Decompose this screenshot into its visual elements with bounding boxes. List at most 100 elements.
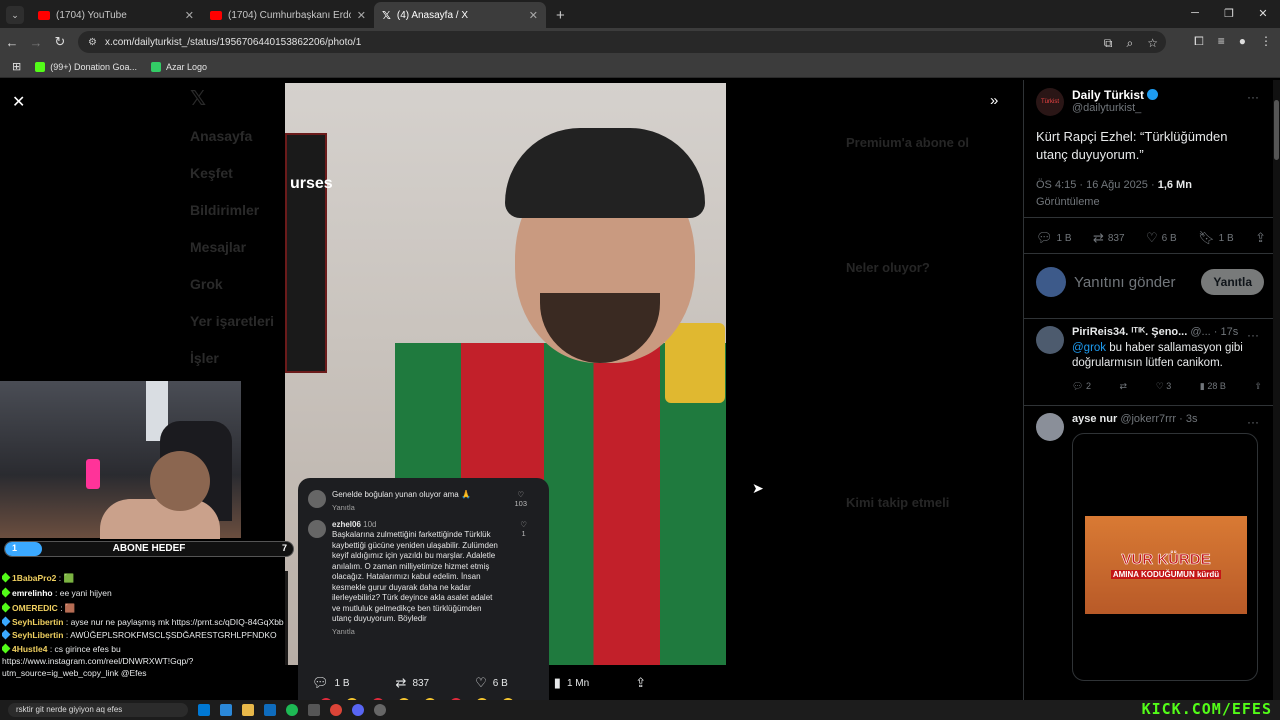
more-options-icon[interactable]: ··· — [1247, 90, 1259, 104]
tab-x-home[interactable]: 𝕏 (4) Anasayfa / X ✕ — [374, 2, 546, 28]
cap — [505, 128, 705, 218]
close-window-icon[interactable]: ✕ — [1246, 0, 1280, 26]
close-tab-icon[interactable]: ✕ — [357, 9, 366, 22]
reply-handle: @... — [1190, 326, 1211, 338]
file-explorer-icon[interactable] — [242, 704, 254, 716]
mouse-cursor-icon: ➤ — [752, 480, 764, 496]
avatar[interactable] — [1036, 413, 1064, 441]
reply-media[interactable]: VUR KÜRDE AMINA KODUĞUMUN kürdü — [1072, 433, 1258, 681]
reload-icon[interactable]: ↻ — [48, 34, 72, 50]
repost-button[interactable]: ⇄ — [1120, 381, 1128, 392]
discord-icon[interactable] — [352, 704, 364, 716]
ig-comment: Genelde boğulan yunan oluyor ama 🙏 Yanıt… — [308, 490, 539, 512]
apps-grid-icon[interactable]: ⊞ — [12, 60, 21, 73]
site-info-icon[interactable]: ⚙ — [88, 37, 97, 48]
reply-button[interactable]: 💬︎ 1 B — [312, 675, 350, 691]
window-controls: ─ ❐ ✕ — [1178, 0, 1280, 26]
new-tab-button[interactable]: + — [546, 2, 575, 28]
person-head — [150, 451, 210, 511]
reply-input[interactable]: Yanıtını gönder — [1074, 274, 1193, 291]
spotify-icon[interactable] — [286, 704, 298, 716]
views-button[interactable]: ▮ 28 B — [1200, 381, 1226, 392]
reply-tweet[interactable]: PiriReis34. ᴵᵀᴵᴷ. Şeno... @... · 17s @gr… — [1036, 326, 1266, 392]
chat-message: 4Hustle4 : cs girince efes bu https://ww… — [2, 643, 288, 679]
chat-username: SeyhLibertin — [12, 617, 64, 627]
bookmark-donation[interactable]: (99+) Donation Goa... — [35, 61, 137, 72]
reply-author[interactable]: ayse nur — [1072, 413, 1117, 425]
like-button[interactable]: ♡ 6 B — [1146, 230, 1177, 246]
nav-item: Keşfet — [190, 164, 233, 181]
chat-username: 1BabaPro2 — [12, 573, 57, 583]
tweet-timestamp[interactable]: ÖS 4:15 · 16 Ağu 2025 · — [1036, 179, 1158, 191]
repost-button[interactable]: ⇄ 837 — [1093, 230, 1125, 246]
tab-youtube-1[interactable]: (1704) YouTube ✕ — [30, 2, 202, 28]
views-button[interactable]: ▮ 1 Mn — [554, 675, 589, 691]
tweet-meta: ÖS 4:15 · 16 Ağu 2025 · 1,6 Mn Görüntüle… — [1036, 177, 1192, 211]
share-icon: ⇪ — [1255, 230, 1266, 245]
bookmark-azar[interactable]: Azar Logo — [151, 61, 207, 72]
reply-submit-button[interactable]: Yanıtla — [1201, 269, 1264, 295]
ig-comment-text: Genelde boğulan yunan oluyor ama 🙏 — [332, 490, 471, 499]
share-icon[interactable]: ⇪ — [1254, 381, 1262, 392]
url-field[interactable]: ⚙ x.com/dailyturkist_/status/19567064401… — [78, 31, 1166, 53]
scrollbar[interactable] — [1273, 80, 1280, 700]
ig-username: ezhel06 — [332, 519, 361, 529]
restore-icon[interactable]: ❐ — [1212, 0, 1246, 26]
reply-author[interactable]: PiriReis34. ᴵᵀᴵᴷ. Şeno... — [1072, 326, 1187, 338]
reply-tweet[interactable]: ayse nur @jokerr7rrr · 3s VUR KÜRDE AMIN… — [1036, 413, 1266, 681]
reply-time: · 3s — [1179, 413, 1198, 425]
chat-text: : 🟫 — [60, 603, 76, 613]
edge-icon[interactable] — [220, 704, 232, 716]
tab-title: (1704) YouTube — [56, 9, 127, 21]
avatar[interactable] — [1036, 326, 1064, 354]
meme-subtext: AMINA KODUĞUMUN kürdü — [1110, 570, 1222, 579]
scrollbar-thumb[interactable] — [1274, 100, 1279, 160]
chat-text: : ee yani hijyen — [55, 588, 112, 598]
media-icon[interactable]: ≡ — [1218, 34, 1225, 49]
install-app-icon[interactable]: ⧉ — [1104, 36, 1113, 51]
close-tab-icon[interactable]: ✕ — [529, 9, 538, 22]
more-options-icon[interactable]: ··· — [1247, 415, 1259, 429]
profile-icon[interactable]: ● — [1239, 34, 1246, 49]
heart-icon: ♡ — [520, 519, 527, 529]
back-icon[interactable]: ← — [0, 35, 24, 50]
share-button[interactable]: ⇪ — [1255, 230, 1266, 246]
author-avatar[interactable]: Türkist — [1036, 88, 1064, 116]
outlook-icon[interactable] — [264, 704, 276, 716]
share-button[interactable]: ⇪ — [635, 675, 646, 691]
collapse-panel-icon[interactable]: » — [990, 92, 998, 109]
bookmark-button[interactable]: 🔖︎ 1 B — [1198, 230, 1234, 246]
repost-button[interactable]: ⇄ 837 — [396, 675, 430, 691]
mention-link[interactable]: @grok — [1072, 342, 1106, 354]
repost-count: 837 — [1107, 232, 1125, 244]
reply-button[interactable]: 💬︎ 2 — [1072, 381, 1091, 392]
close-tab-icon[interactable]: ✕ — [185, 9, 194, 22]
bookmark-star-icon[interactable]: ☆ — [1147, 36, 1158, 51]
chrome-icon[interactable] — [330, 704, 342, 716]
azar-icon — [151, 61, 162, 72]
chat-username: SeyhLibertin — [12, 630, 64, 640]
zoom-icon[interactable]: ⌕ — [1127, 36, 1134, 51]
minimize-icon[interactable]: ─ — [1178, 0, 1212, 26]
extensions-icon[interactable]: ⧠ — [1194, 34, 1204, 49]
more-options-icon[interactable]: ··· — [1247, 328, 1259, 342]
app-icon[interactable] — [374, 704, 386, 716]
terminal-icon[interactable] — [308, 704, 320, 716]
reply-handle: @jokerr7rrr — [1120, 413, 1177, 425]
reply-count: 1 B — [1056, 232, 1072, 244]
taskbar-search[interactable]: rsktir git nerde giyiyon aq efes — [8, 703, 188, 717]
like-button[interactable]: ♡ 3 — [1156, 381, 1172, 392]
toolbar-icons: ⧠ ≡ ● ⋮ — [1194, 34, 1272, 49]
like-button[interactable]: ♡ 6 B — [475, 675, 508, 691]
menu-icon[interactable]: ⋮ — [1260, 34, 1272, 49]
author-name[interactable]: Daily Türkist — [1072, 88, 1144, 102]
close-viewer-icon[interactable]: ✕ — [12, 92, 25, 112]
forward-icon[interactable]: → — [24, 35, 48, 50]
tab-search-button[interactable]: ⌄ — [6, 6, 24, 24]
windows-icon[interactable] — [198, 704, 210, 716]
author-handle[interactable]: @dailyturkist_ — [1072, 102, 1158, 114]
tab-youtube-2[interactable]: (1704) Cumhurbaşkanı Erdoğan ✕ — [202, 2, 374, 28]
reply-button[interactable]: 💬︎ 1 B — [1036, 230, 1072, 246]
poster: urses — [285, 133, 333, 373]
ig-reply-link: Yanıtla — [332, 502, 355, 512]
